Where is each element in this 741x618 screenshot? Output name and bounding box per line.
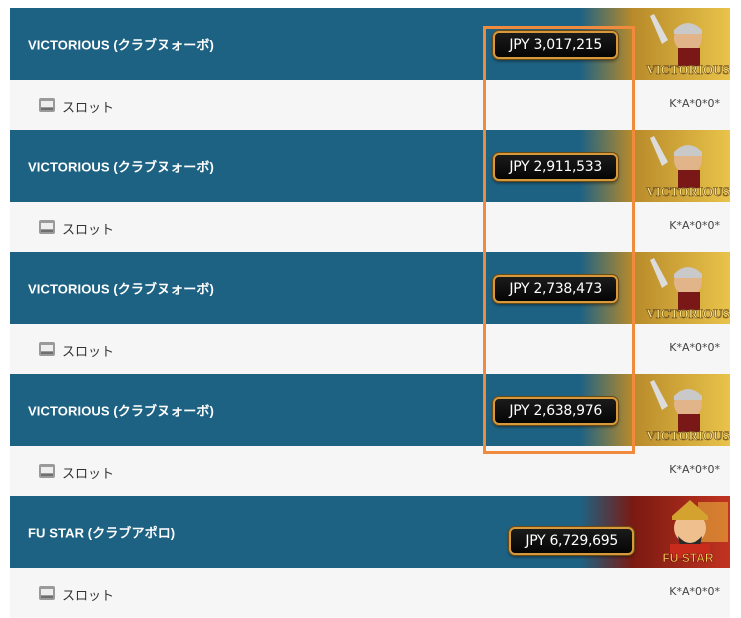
game-title[interactable]: VICTORIOUS (クラブヌォーボ) xyxy=(28,157,214,176)
jackpot-amount-badge: JPY 6,729,695 xyxy=(509,526,634,555)
winner-entry: FU STAR (クラブアポロ) FU STAR JPY 6,729,695 ス… xyxy=(10,496,730,618)
thumbnail-logo: VICTORIOUS xyxy=(646,62,730,77)
winner-entry: VICTORIOUS (クラブヌォーボ) VICTO xyxy=(10,130,730,252)
winner-name: K*A*0*0* xyxy=(669,219,720,232)
slot-machine-icon xyxy=(38,463,56,479)
winner-name: K*A*0*0* xyxy=(669,585,720,598)
game-title[interactable]: VICTORIOUS (クラブヌォーボ) xyxy=(28,35,214,54)
game-info-row: スロット K*A*0*0* xyxy=(10,202,730,252)
jackpot-winners-list: VICTORIOUS (クラブヌォーボ) VICTORIOUS JPY 3,01… xyxy=(10,8,730,618)
game-header[interactable]: FU STAR (クラブアポロ) FU STAR JPY 6,729,695 xyxy=(10,496,730,568)
game-title[interactable]: VICTORIOUS (クラブヌォーボ) xyxy=(28,279,214,298)
winner-name: K*A*0*0* xyxy=(669,97,720,110)
category-label: スロット xyxy=(62,589,115,604)
game-info-row: スロット K*A*0*0* xyxy=(10,80,730,130)
game-info-row: スロット K*A*0*0* xyxy=(10,446,730,496)
winner-entry: VICTORIOUS (クラブヌォーボ) VICTO xyxy=(10,252,730,374)
category-label: スロット xyxy=(62,101,115,116)
category-label: スロット xyxy=(62,467,115,482)
jackpot-amount-badge: JPY 2,638,976 xyxy=(493,397,618,426)
winner-entry: VICTORIOUS (クラブヌォーボ) VICTO xyxy=(10,8,730,130)
game-header[interactable]: VICTORIOUS (クラブヌォーボ) VICTO xyxy=(10,252,730,324)
slot-machine-icon xyxy=(38,97,56,113)
slot-machine-icon xyxy=(38,585,56,601)
category-label: スロット xyxy=(62,223,115,238)
game-header[interactable]: VICTORIOUS (クラブヌォーボ) VICTO xyxy=(10,8,730,80)
winner-entry: VICTORIOUS (クラブヌォーボ) VICTO xyxy=(10,374,730,496)
thumbnail-logo: VICTORIOUS xyxy=(646,306,730,321)
game-header[interactable]: VICTORIOUS (クラブヌォーボ) VICTO xyxy=(10,374,730,446)
category-label: スロット xyxy=(62,345,115,360)
jackpot-amount-badge: JPY 3,017,215 xyxy=(493,31,618,60)
slot-machine-icon xyxy=(38,341,56,357)
game-title[interactable]: VICTORIOUS (クラブヌォーボ) xyxy=(28,401,214,420)
winner-name: K*A*0*0* xyxy=(669,463,720,476)
game-title[interactable]: FU STAR (クラブアポロ) xyxy=(28,523,175,542)
game-info-row: スロット K*A*0*0* xyxy=(10,568,730,618)
game-info-row: スロット K*A*0*0* xyxy=(10,324,730,374)
thumbnail-logo: VICTORIOUS xyxy=(646,184,730,199)
game-header[interactable]: VICTORIOUS (クラブヌォーボ) VICTO xyxy=(10,130,730,202)
jackpot-amount-badge: JPY 2,911,533 xyxy=(493,153,618,182)
jackpot-amount-badge: JPY 2,738,473 xyxy=(493,275,618,304)
slot-machine-icon xyxy=(38,219,56,235)
winner-name: K*A*0*0* xyxy=(669,341,720,354)
thumbnail-logo: FU STAR xyxy=(662,551,713,565)
thumbnail-logo: VICTORIOUS xyxy=(646,428,730,443)
